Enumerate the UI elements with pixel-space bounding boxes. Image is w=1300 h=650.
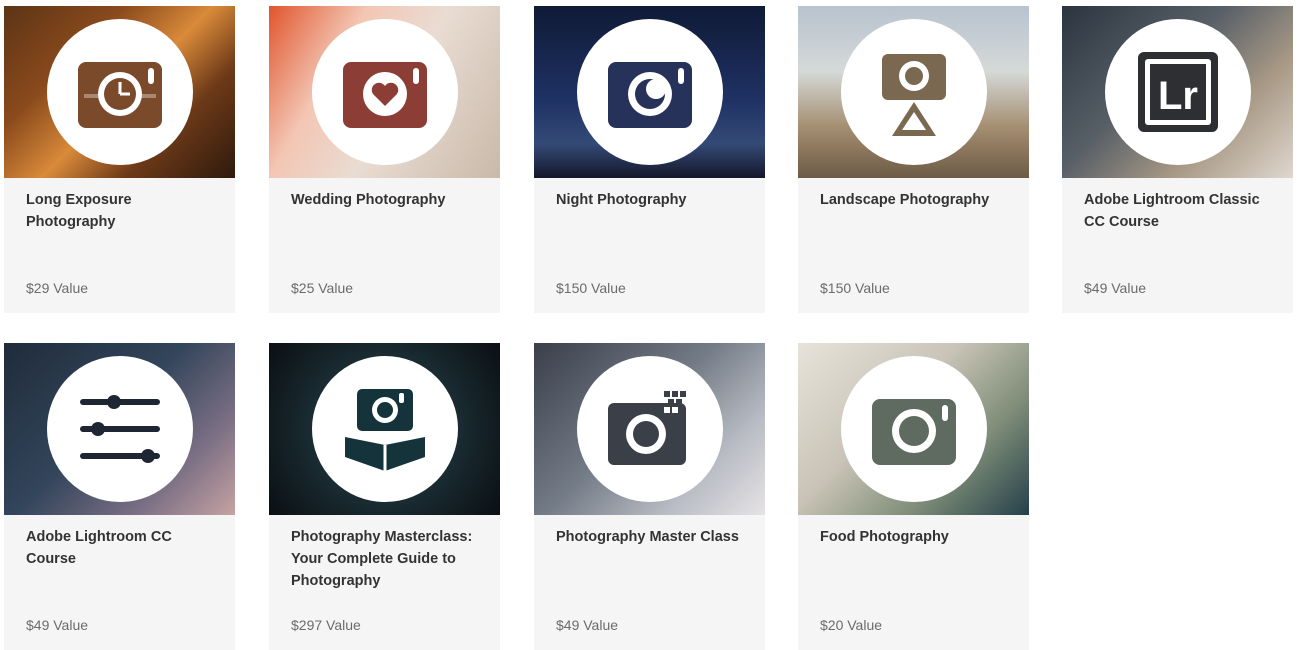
course-thumbnail — [534, 6, 765, 178]
course-value: $20 Value — [820, 617, 883, 633]
course-title: Long Exposure Photography — [26, 192, 132, 230]
course-value: $49 Value — [26, 617, 89, 633]
course-grid: Long Exposure Photography $29 Value Wedd… — [0, 0, 1300, 650]
course-value: $49 Value — [556, 617, 619, 633]
camera-moon-icon — [607, 62, 692, 128]
course-card-wedding[interactable]: Wedding Photography $25 Value — [269, 6, 500, 313]
course-value: $297 Value — [291, 617, 361, 633]
course-value: $150 Value — [820, 280, 890, 296]
lightroom-logo-icon: Lr — [1137, 52, 1218, 132]
camera-heart-icon — [342, 62, 427, 128]
course-card-lightroom-classic[interactable]: Lr Adobe Lightroom Classic CC Course $49… — [1062, 6, 1293, 313]
course-value: $25 Value — [291, 280, 354, 296]
course-value: $150 Value — [556, 280, 626, 296]
course-value: $29 Value — [26, 280, 89, 296]
course-thumbnail: Lr — [1062, 6, 1293, 178]
course-title: Photography Master Class — [556, 529, 739, 545]
course-title: Wedding Photography — [291, 192, 446, 208]
course-title: Night Photography — [556, 192, 687, 208]
camera-book-icon — [344, 389, 425, 471]
svg-text:Lr: Lr — [1158, 74, 1198, 118]
course-title: Adobe Lightroom Classic CC Course — [1084, 192, 1260, 230]
course-title: Landscape Photography — [820, 192, 990, 208]
course-card-lightroom-cc[interactable]: Adobe Lightroom CC Course $49 Value — [4, 343, 235, 650]
course-thumbnail — [269, 6, 500, 178]
camera-pixel-icon — [607, 391, 686, 465]
sliders-icon — [79, 395, 160, 463]
course-title: Food Photography — [820, 529, 949, 545]
course-card-master-class[interactable]: Photography Master Class $49 Value — [534, 343, 765, 650]
course-card-masterclass[interactable]: Photography Masterclass: Your Complete G… — [269, 343, 500, 650]
course-card-long-exposure[interactable]: Long Exposure Photography $29 Value — [4, 6, 235, 313]
course-thumbnail — [534, 343, 765, 515]
course-card-food[interactable]: Food Photography $20 Value — [798, 343, 1029, 650]
course-card-landscape[interactable]: Landscape Photography $150 Value — [798, 6, 1029, 313]
course-value: $49 Value — [1084, 280, 1147, 296]
camera-tripod-icon — [881, 54, 946, 136]
camera-clock-icon — [77, 62, 162, 128]
course-thumbnail — [269, 343, 500, 515]
course-thumbnail — [4, 6, 235, 178]
course-title: Adobe Lightroom CC Course — [26, 529, 172, 567]
course-thumbnail — [4, 343, 235, 515]
camera-icon — [871, 399, 956, 465]
course-card-night[interactable]: Night Photography $150 Value — [534, 6, 765, 313]
course-thumbnail — [798, 6, 1029, 178]
course-title: Photography Masterclass: Your Complete G… — [291, 529, 473, 589]
course-thumbnail — [798, 343, 1029, 515]
